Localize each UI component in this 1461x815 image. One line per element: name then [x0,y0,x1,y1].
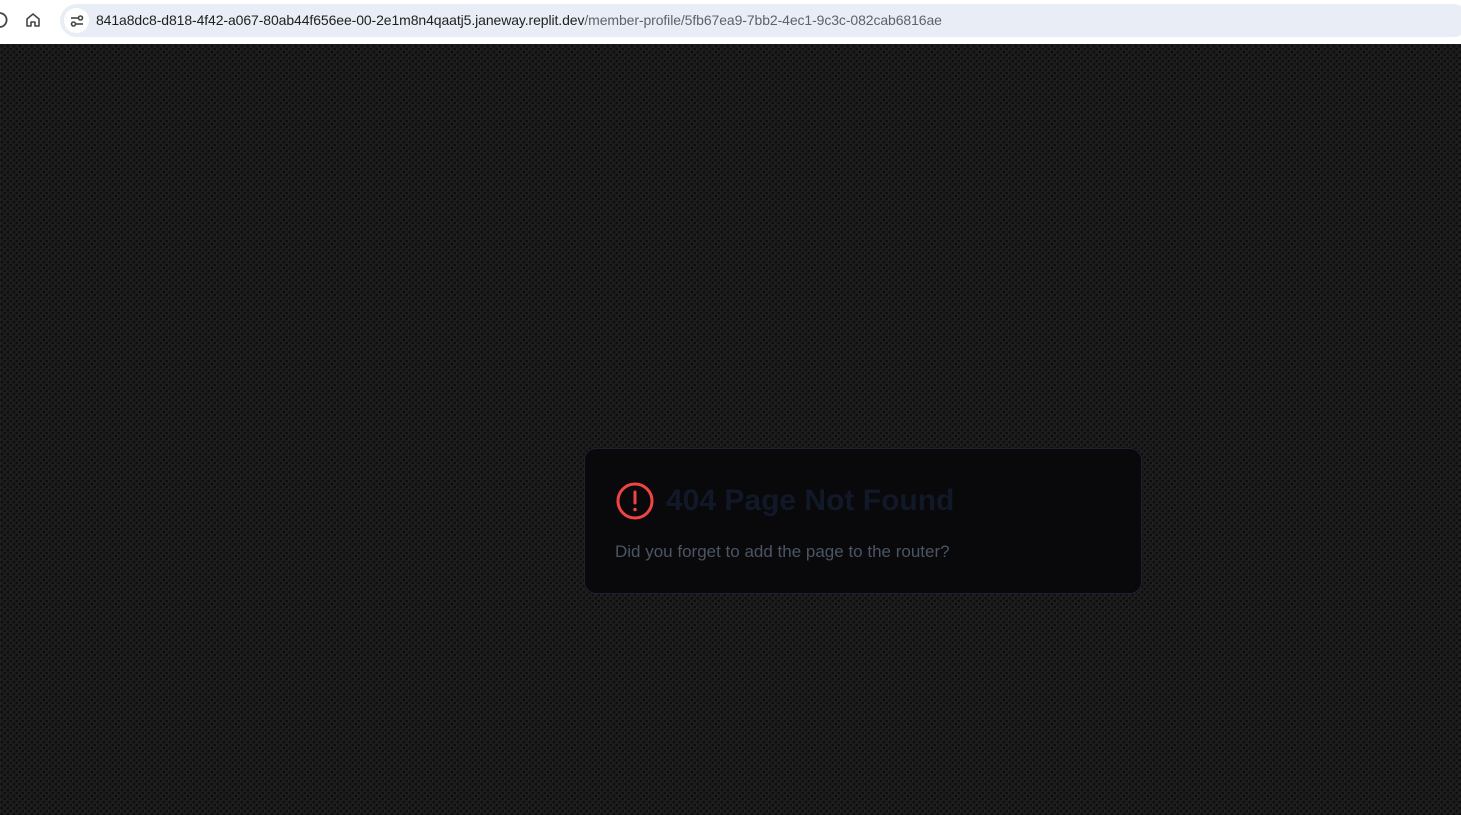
url-path: /member-profile/5fb67ea9-7bb2-4ec1-9c3c-… [584,12,942,28]
url-host: 841a8dc8-d818-4f42-a067-80ab44f656ee-00-… [96,12,585,28]
address-bar[interactable]: 841a8dc8-d818-4f42-a067-80ab44f656ee-00-… [60,4,1461,37]
home-icon[interactable] [22,9,44,31]
page-background: 404 Page Not Found Did you forget to add… [0,44,1461,815]
card-header: 404 Page Not Found [615,481,954,521]
alert-circle-icon [615,481,655,521]
site-settings-icon[interactable] [64,8,89,33]
error-description: Did you forget to add the page to the ro… [615,542,950,561]
browser-toolbar: 841a8dc8-d818-4f42-a067-80ab44f656ee-00-… [0,0,1461,44]
reload-icon[interactable] [0,11,8,29]
url-text[interactable]: 841a8dc8-d818-4f42-a067-80ab44f656ee-00-… [96,12,942,29]
page-title: 404 Page Not Found [666,484,955,517]
not-found-card: 404 Page Not Found Did you forget to add… [584,448,1142,594]
